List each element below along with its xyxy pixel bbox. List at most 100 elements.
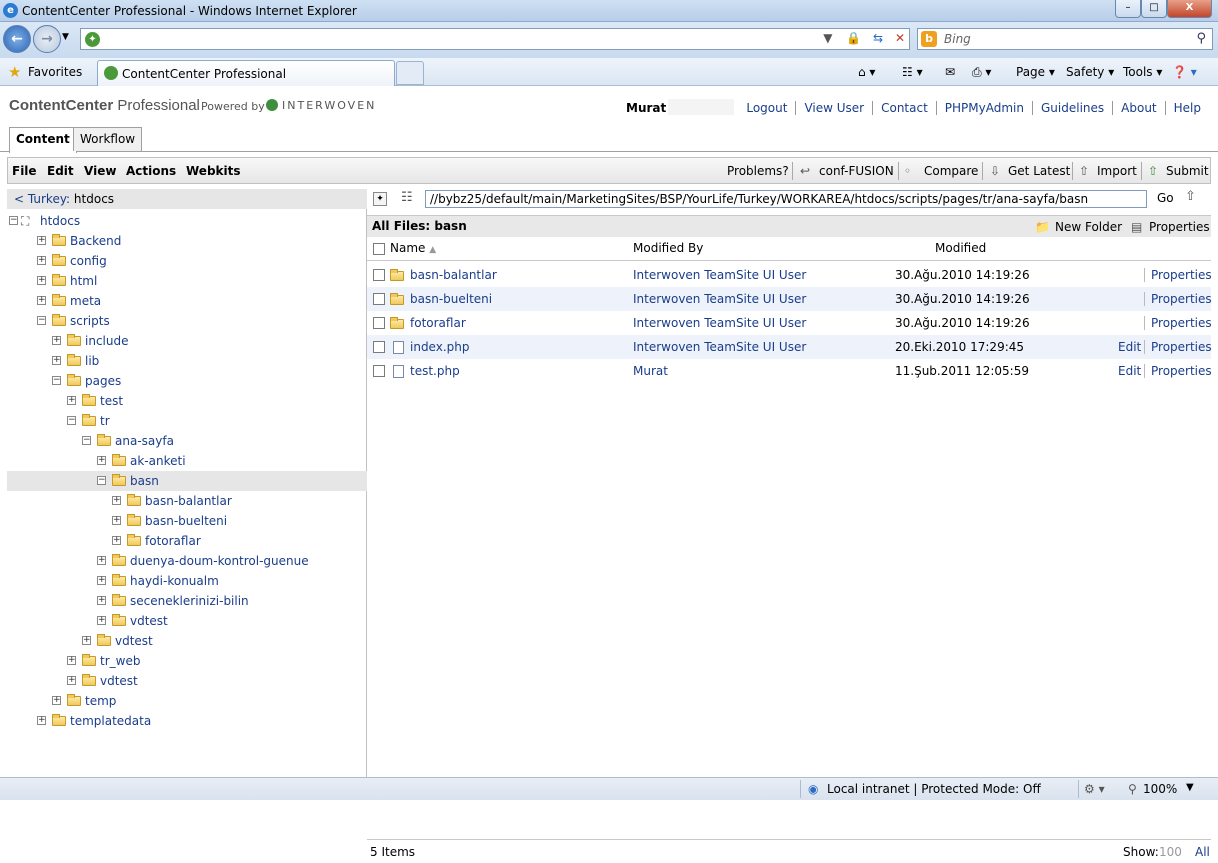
maximize-button[interactable]: □ [1141, 0, 1167, 18]
row-checkbox[interactable] [373, 365, 385, 377]
collapse-icon[interactable]: − [37, 316, 46, 325]
zoom-level[interactable]: 100% [1143, 782, 1177, 796]
tree-node-label[interactable]: tr [100, 411, 110, 431]
tree-node[interactable]: + meta [7, 291, 367, 311]
tab-workflow[interactable]: Workflow [73, 127, 143, 151]
tree-node[interactable]: + basn-balantlar [7, 491, 367, 511]
tree-node-label[interactable]: templatedata [70, 711, 151, 731]
file-row[interactable]: basn-buelteni Interwoven TeamSite UI User… [367, 287, 1212, 311]
properties-link[interactable]: Properties [1151, 335, 1212, 359]
import-button[interactable]: Import [1097, 164, 1137, 178]
tree-node[interactable]: + include [7, 331, 367, 351]
new-tab-button[interactable] [396, 61, 424, 85]
properties-link[interactable]: Properties [1151, 263, 1212, 287]
tree-node-label[interactable]: include [85, 331, 128, 351]
file-name[interactable]: test.php [410, 359, 460, 383]
menu-edit[interactable]: Edit [47, 164, 74, 178]
tree-node[interactable]: + Backend [7, 231, 367, 251]
expand-icon[interactable]: + [37, 276, 46, 285]
expand-icon[interactable]: + [37, 236, 46, 245]
tree-node-label[interactable]: tr_web [100, 651, 140, 671]
tree-node-label[interactable]: pages [85, 371, 121, 391]
tree-node[interactable]: − basn [7, 471, 367, 491]
file-row[interactable]: index.php Interwoven TeamSite UI User 20.E… [367, 335, 1212, 359]
collapse-icon[interactable]: − [9, 216, 18, 225]
expand-icon[interactable]: + [37, 716, 46, 725]
tree-node-label[interactable]: vdtest [130, 611, 168, 631]
column-modified[interactable]: Modified [935, 241, 986, 255]
lock-icon[interactable]: 🔒 [846, 31, 861, 45]
dropdown-icon[interactable]: ▼ [823, 31, 832, 45]
conf-fusion-button[interactable]: conf-FUSION [819, 164, 894, 178]
modified-by[interactable]: Interwoven TeamSite UI User [633, 335, 806, 359]
favorite-path-icon[interactable]: ✦ [373, 192, 387, 206]
tree-node-label[interactable]: basn [130, 471, 159, 491]
help-icon[interactable]: ❓ ▾ [1172, 63, 1197, 81]
column-modified-by[interactable]: Modified By [633, 241, 703, 255]
path-input[interactable]: //bybz25/default/main/MarketingSites/BSP… [425, 190, 1147, 208]
tree-node-label[interactable]: ana-sayfa [115, 431, 174, 451]
up-folder-icon[interactable]: ⇧ [1185, 189, 1196, 204]
row-checkbox[interactable] [373, 317, 385, 329]
file-name[interactable]: basn-balantlar [410, 263, 497, 287]
back-button[interactable]: ← [3, 25, 31, 53]
expand-icon[interactable]: + [112, 496, 121, 505]
tree-node-label[interactable]: lib [85, 351, 99, 371]
menu-file[interactable]: File [12, 164, 37, 178]
tree-node-label[interactable]: basn-balantlar [145, 491, 232, 511]
safety-menu[interactable]: Safety ▾ [1066, 63, 1114, 81]
modified-by[interactable]: Interwoven TeamSite UI User [633, 311, 806, 335]
modified-by[interactable]: Murat [633, 359, 668, 383]
tree-node[interactable]: + test [7, 391, 367, 411]
back-to-turkey-link[interactable]: < Turkey: [14, 192, 70, 206]
tree-node[interactable]: − tr [7, 411, 367, 431]
expand-icon[interactable]: + [112, 536, 121, 545]
feeds-icon[interactable]: ☷ ▾ [902, 63, 923, 81]
tree-node-label[interactable]: temp [85, 691, 116, 711]
expand-icon[interactable]: + [37, 296, 46, 305]
page-menu[interactable]: Page ▾ [1016, 63, 1055, 81]
edit-link[interactable]: Edit [1118, 335, 1141, 359]
tree-node-label[interactable]: html [70, 271, 97, 291]
tree-node-label[interactable]: test [100, 391, 123, 411]
mail-icon[interactable]: ✉ [945, 63, 955, 81]
collapse-icon[interactable]: − [52, 376, 61, 385]
tree-node[interactable]: + haydi-konualm [7, 571, 367, 591]
tree-node-label[interactable]: scripts [70, 311, 110, 331]
show-all-link[interactable]: All [1195, 841, 1210, 863]
expand-icon[interactable]: + [67, 396, 76, 405]
browser-tab[interactable]: ContentCenter Professional [97, 60, 395, 86]
tree-node[interactable]: − ⛶ htdocs [7, 211, 367, 231]
tools-menu[interactable]: Tools ▾ [1123, 63, 1162, 81]
about-link[interactable]: About [1112, 101, 1165, 115]
tree-node[interactable]: + seceneklerinizi-bilin [7, 591, 367, 611]
favorites-button[interactable]: Favorites [28, 65, 82, 79]
expand-icon[interactable]: + [67, 656, 76, 665]
new-folder-button[interactable]: New Folder [1055, 220, 1122, 234]
menu-view[interactable]: View [84, 164, 116, 178]
row-checkbox[interactable] [373, 293, 385, 305]
properties-link[interactable]: Properties [1151, 359, 1212, 383]
modified-by[interactable]: Interwoven TeamSite UI User [633, 263, 806, 287]
logout-link[interactable]: Logout [738, 101, 795, 115]
select-all-checkbox[interactable] [373, 243, 385, 255]
print-icon[interactable]: ⎙ ▾ [972, 63, 991, 81]
properties-link[interactable]: Properties [1151, 287, 1212, 311]
go-button[interactable]: Go [1157, 191, 1174, 205]
file-row[interactable]: basn-balantlar Interwoven TeamSite UI Use… [367, 263, 1212, 287]
file-row[interactable]: test.php Murat 11.Şub.2011 12:05:59 Edit Pro… [367, 359, 1212, 383]
expand-icon[interactable]: + [112, 516, 121, 525]
tree-node-label[interactable]: meta [70, 291, 101, 311]
tree-node[interactable]: − pages [7, 371, 367, 391]
view-user-link[interactable]: View User [795, 101, 873, 115]
menu-actions[interactable]: Actions [126, 164, 176, 178]
collapse-icon[interactable]: − [67, 416, 76, 425]
tree-node[interactable]: + vdtest [7, 631, 367, 651]
column-name[interactable]: Name ▲ [390, 241, 436, 255]
row-checkbox[interactable] [373, 341, 385, 353]
menu-webkits[interactable]: Webkits [186, 164, 241, 178]
modified-by[interactable]: Interwoven TeamSite UI User [633, 287, 806, 311]
collapse-icon[interactable]: − [97, 476, 106, 485]
submit-button[interactable]: Submit [1166, 164, 1209, 178]
row-checkbox[interactable] [373, 269, 385, 281]
